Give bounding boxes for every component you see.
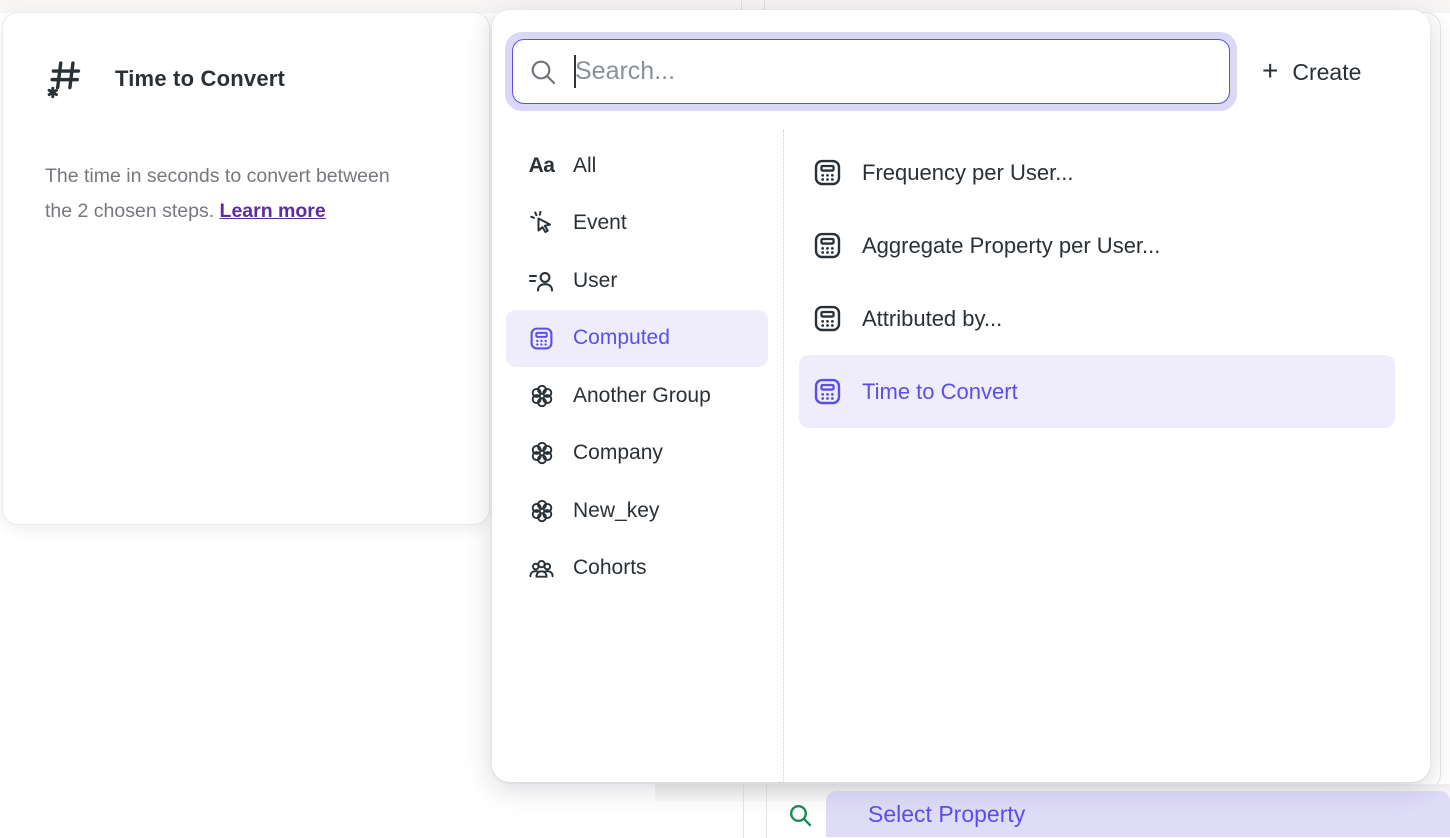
result-frequency-per-user[interactable]: Frequency per User... <box>799 136 1395 209</box>
result-attributed-by[interactable]: Attributed by... <box>799 282 1395 355</box>
category-computed[interactable]: Computed <box>506 310 768 368</box>
calculator-icon <box>813 304 842 333</box>
numeric-hash-icon <box>45 57 85 101</box>
search-box[interactable] <box>512 39 1230 104</box>
result-time-to-convert[interactable]: Time to Convert <box>799 355 1395 428</box>
calculator-icon <box>813 377 842 406</box>
group-cluster-icon <box>528 497 555 524</box>
description-line1: The time in seconds to convert between <box>45 165 390 187</box>
select-property-row[interactable]: Select Property <box>778 790 1450 838</box>
category-company[interactable]: Company <box>506 425 768 483</box>
select-property-label: Select Property <box>868 801 1025 828</box>
select-property-pill[interactable]: Select Property <box>826 791 1450 837</box>
column-divider <box>783 130 784 782</box>
property-picker-panel: + Create Aa All Event <box>492 10 1430 782</box>
calculator-icon <box>528 325 555 352</box>
category-list: Aa All Event <box>492 137 783 597</box>
results-list: Frequency per User... Aggregate Property… <box>799 136 1395 428</box>
cursor-click-icon <box>528 210 555 237</box>
calculator-icon <box>813 158 842 187</box>
group-cluster-icon <box>528 440 555 467</box>
category-event[interactable]: Event <box>506 195 768 253</box>
search-focus-ring <box>505 32 1237 111</box>
plus-icon: + <box>1262 57 1278 85</box>
background-divider <box>743 784 744 838</box>
search-icon <box>788 803 814 829</box>
category-another-group[interactable]: Another Group <box>506 367 768 425</box>
create-button[interactable]: + Create <box>1262 52 1361 92</box>
category-user[interactable]: User <box>506 252 768 310</box>
search-input[interactable] <box>575 57 1213 86</box>
category-all[interactable]: Aa All <box>506 137 768 195</box>
description-line2: the 2 chosen steps. <box>45 200 220 222</box>
background-divider <box>766 784 767 838</box>
category-cohorts[interactable]: Cohorts <box>506 540 768 598</box>
search-icon <box>529 58 557 86</box>
user-lines-icon <box>528 267 555 294</box>
category-new-key[interactable]: New_key <box>506 482 768 540</box>
group-cluster-icon <box>528 382 555 409</box>
property-info-card: Time to Convert The time in seconds to c… <box>2 12 490 525</box>
info-card-description: The time in seconds to convert between t… <box>45 159 447 229</box>
learn-more-link[interactable]: Learn more <box>220 200 326 222</box>
calculator-icon <box>813 231 842 260</box>
text-format-icon: Aa <box>528 152 555 179</box>
cohorts-icon <box>528 555 555 582</box>
text-cursor <box>574 55 576 88</box>
info-card-title: Time to Convert <box>115 66 285 92</box>
result-aggregate-property-per-user[interactable]: Aggregate Property per User... <box>799 209 1395 282</box>
